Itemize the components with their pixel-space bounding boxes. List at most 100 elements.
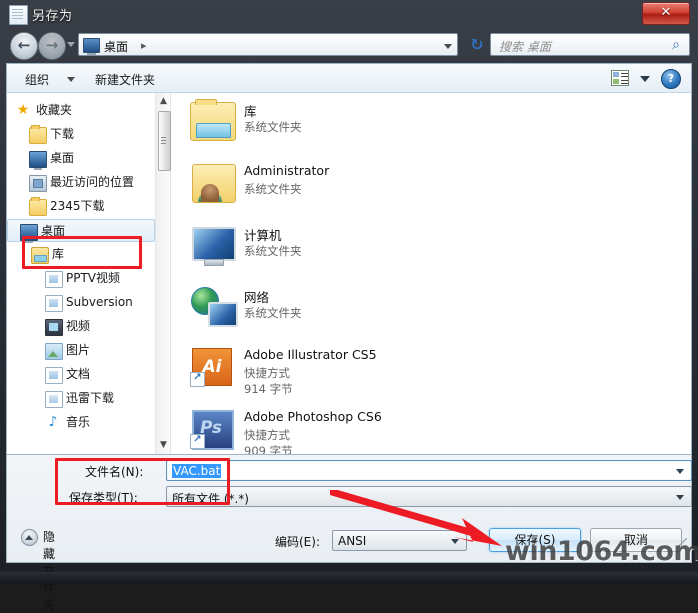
sidebar-item-label: 迅雷下载 (66, 391, 115, 405)
file-type: 快捷方式 (244, 366, 290, 380)
file-type: 系统文件夹 (244, 120, 302, 134)
sidebar-item-label: 收藏夹 (36, 103, 73, 117)
sidebar-item-label: 文档 (66, 367, 91, 381)
sidebar-item-label: 音乐 (66, 415, 91, 429)
search-icon[interactable]: ⌕ (669, 37, 683, 53)
file-list-item[interactable]: 库系统文件夹 (172, 99, 691, 155)
sidebar-item-4[interactable]: 2345下载 (7, 195, 155, 218)
libraries-folder-icon (190, 99, 236, 141)
filename-chevron-down-icon[interactable] (676, 469, 684, 474)
file-type: 快捷方式 (244, 428, 290, 442)
file-type: 系统文件夹 (244, 244, 302, 258)
filename-input[interactable]: VAC.bat (166, 460, 692, 481)
help-icon: ? (667, 72, 675, 85)
sidebar-item-11[interactable]: 文档 (7, 363, 155, 386)
photoshop-icon: Ps (190, 407, 236, 450)
address-chevron-down-icon[interactable] (444, 44, 452, 49)
file-name: Adobe Photoshop CS6 (244, 409, 382, 424)
save-as-dialog: 另存为 ✕ ← → 桌面 ▸ ↻ 搜索 桌面 ⌕ 组织 新建文件夹 ? ★ 收藏… (0, 0, 698, 612)
sidebar-item-label: Subversion (66, 295, 133, 309)
scroll-up-icon[interactable]: ▲ (156, 94, 171, 109)
document-icon (45, 295, 63, 312)
sidebar-item-label: 下载 (50, 127, 75, 141)
scroll-down-icon[interactable]: ▼ (156, 438, 171, 453)
breadcrumb-chevron-right-icon[interactable]: ▸ (141, 39, 147, 52)
file-list-item[interactable]: Administrator 系统文件夹 (172, 161, 691, 217)
sidebar-item-3[interactable]: 最近访问的位置 (7, 171, 155, 194)
back-arrow-icon: ← (17, 36, 31, 54)
thunder-download-icon (45, 391, 63, 408)
folder-icon (29, 125, 47, 144)
notepad-document-icon (9, 5, 28, 25)
folder-icon (29, 197, 47, 216)
savetype-chevron-down-icon[interactable] (676, 495, 684, 500)
chevron-up-circle-icon (21, 529, 38, 546)
file-size: 914 字节 (244, 382, 293, 396)
back-button[interactable]: ← (10, 32, 38, 60)
forward-arrow-icon: → (45, 36, 59, 54)
new-folder-button[interactable]: 新建文件夹 (95, 71, 155, 88)
file-list-item[interactable]: Ai Adobe Illustrator CS5 快捷方式 914 字节 (172, 345, 691, 401)
sidebar-item-label: 最近访问的位置 (50, 175, 135, 189)
sidebar-item-13[interactable]: ♪ 音乐 (7, 411, 155, 434)
close-button[interactable]: ✕ (642, 2, 690, 25)
window-title: 另存为 (32, 9, 73, 24)
file-name: Adobe Illustrator CS5 (244, 347, 377, 362)
desktop-icon (29, 151, 47, 170)
forward-button[interactable]: → (38, 32, 66, 60)
sidebar-item-label: 2345下载 (50, 199, 105, 213)
title-bar: 另存为 ✕ (0, 0, 698, 28)
document-icon (45, 271, 63, 288)
recent-places-icon (29, 175, 47, 192)
hide-folders-label: 隐藏文件夹 (43, 530, 56, 612)
recent-locations-chevron-down-icon[interactable] (67, 42, 75, 47)
search-placeholder: 搜索 桌面 (499, 40, 551, 54)
desktop-icon (83, 38, 100, 55)
sidebar-item-2[interactable]: 桌面 (7, 147, 155, 170)
sidebar-item-1[interactable]: 下载 (7, 123, 155, 146)
video-icon (45, 319, 63, 336)
sidebar-item-10[interactable]: 图片 (7, 339, 155, 362)
sidebar-item-8[interactable]: Subversion (7, 291, 155, 314)
help-button[interactable]: ? (661, 69, 681, 89)
view-options-icon[interactable] (611, 70, 629, 86)
file-type: 系统文件夹 (244, 182, 302, 196)
sidebar-item-label: 桌面 (50, 151, 75, 165)
star-icon: ★ (16, 102, 30, 118)
navigation-pane: ★ 收藏夹 下载 桌面 最近访问的位置 2345下载 桌面库 PPTV视频 Subversion… (7, 93, 155, 454)
window-bottom-edge (0, 572, 698, 584)
organize-button[interactable]: 组织 (25, 71, 49, 88)
file-list[interactable]: 库系统文件夹 Administrator 系统文件夹 计算机 系统文件夹 网络 系统文件夹 A… (172, 93, 691, 454)
annotation-rect-filename-fields (55, 458, 230, 505)
sidebar-item-label: PPTV视频 (66, 271, 121, 285)
sidebar-item-12[interactable]: 迅雷下载 (7, 387, 155, 410)
sidebar-item-7[interactable]: PPTV视频 (7, 267, 155, 290)
browser-content: ★ 收藏夹 下载 桌面 最近访问的位置 2345下载 桌面库 PPTV视频 Subversion… (6, 92, 692, 455)
sidebar-item-9[interactable]: 视频 (7, 315, 155, 338)
watermark: win1064.com (505, 536, 698, 567)
refresh-icon[interactable]: ↻ (467, 35, 487, 55)
file-list-item[interactable]: 计算机 系统文件夹 (172, 223, 691, 279)
organize-chevron-down-icon[interactable] (67, 77, 75, 82)
close-icon: ✕ (660, 5, 672, 20)
search-box[interactable]: 搜索 桌面 ⌕ (490, 33, 690, 56)
address-bar[interactable]: 桌面 ▸ (78, 33, 458, 56)
sidebar-item-label: 图片 (66, 343, 91, 357)
scrollbar-thumb[interactable] (158, 111, 171, 171)
pictures-icon (45, 343, 63, 360)
toolbar: 组织 新建文件夹 ? (6, 63, 692, 92)
file-name: 库 (244, 104, 257, 119)
file-size: 909 字节 (244, 444, 293, 454)
annotation-rect-desktop (22, 236, 142, 269)
file-list-item[interactable]: Ps Adobe Photoshop CS6 快捷方式 909 字节 (172, 407, 691, 454)
address-path-segment[interactable]: 桌面 (104, 38, 128, 55)
view-chevron-down-icon[interactable] (640, 76, 650, 82)
network-icon (190, 285, 238, 327)
navigation-pane-scrollbar[interactable]: ▲ ▼ (155, 93, 171, 454)
file-list-item[interactable]: 网络 系统文件夹 (172, 285, 691, 341)
computer-icon (190, 223, 236, 266)
file-name: 网络 (244, 290, 270, 305)
sidebar-item-0[interactable]: ★ 收藏夹 (7, 99, 155, 122)
music-icon: ♪ (48, 414, 58, 430)
file-name: Administrator (244, 163, 330, 178)
